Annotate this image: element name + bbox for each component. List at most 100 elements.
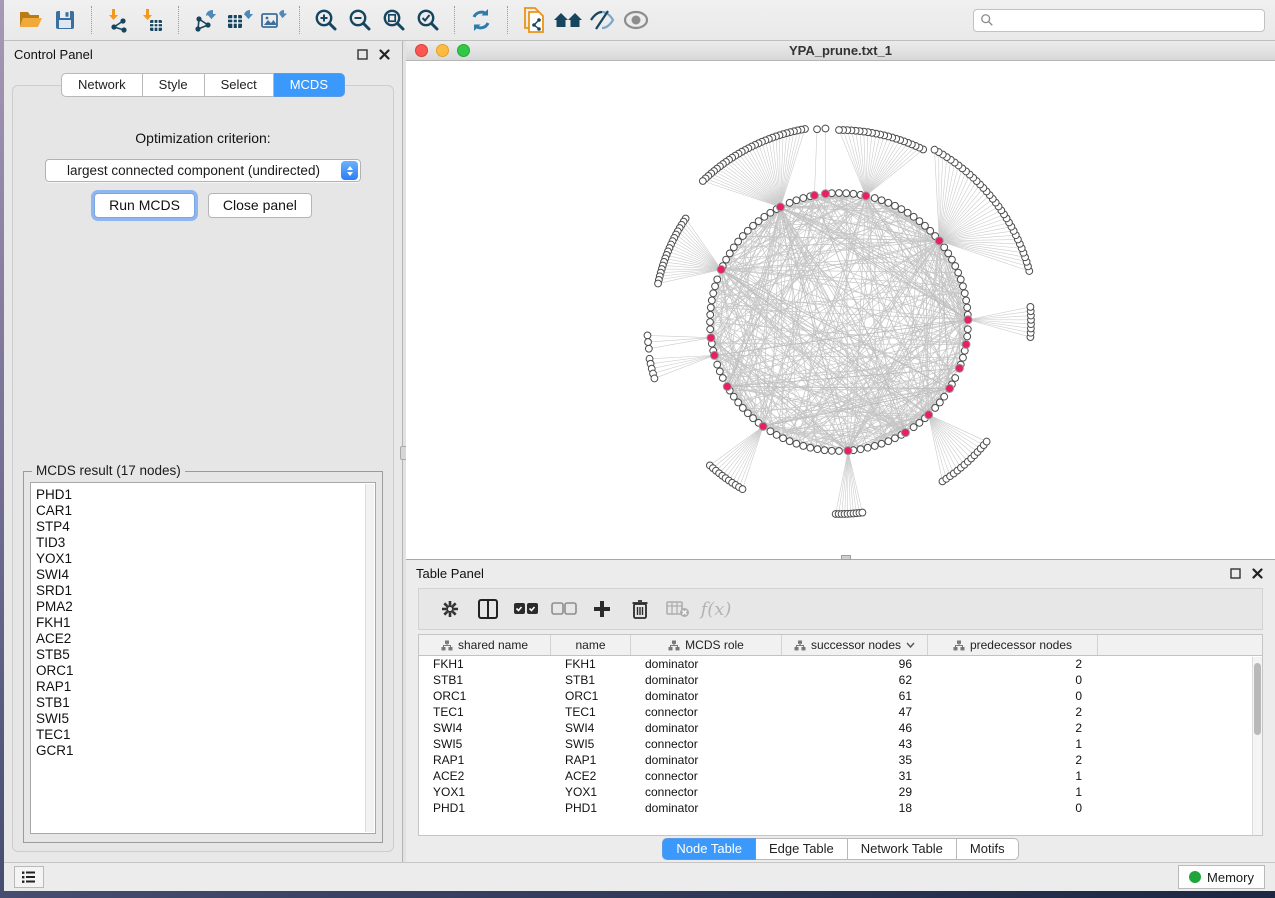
export-table-button[interactable] [222,4,256,36]
network-node[interactable] [941,393,948,400]
task-history-button[interactable] [14,866,44,888]
mcds-result-item[interactable]: FKH1 [36,615,375,631]
tab-node-table[interactable]: Node Table [662,838,756,860]
float-panel-icon[interactable] [355,47,370,62]
table-cell[interactable]: ORC1 [419,689,551,703]
network-node[interactable] [773,432,780,439]
table-scrollbar-thumb[interactable] [1254,663,1261,735]
network-node[interactable] [786,438,793,445]
optimization-dropdown[interactable]: largest connected component (undirected) [45,159,361,182]
import-network-button[interactable] [101,4,135,36]
network-node[interactable] [714,276,721,283]
mcds-result-item[interactable]: TEC1 [36,727,375,743]
table-cell[interactable]: connector [631,785,782,799]
close-panel-icon[interactable] [377,47,392,62]
network-node[interactable] [885,199,892,206]
network-node[interactable] [730,244,737,251]
table-cell[interactable]: 18 [782,801,928,815]
network-node[interactable] [892,435,899,442]
table-cell[interactable]: PHD1 [551,801,631,815]
table-cell[interactable]: ORC1 [551,689,631,703]
network-node[interactable] [655,280,662,287]
network-node[interactable] [955,269,962,276]
mcds-node[interactable] [810,191,818,199]
open-session-button[interactable] [14,4,48,36]
network-window-titlebar[interactable]: YPA_prune.txt_1 [406,41,1275,61]
network-node[interactable] [712,283,719,290]
table-cell[interactable]: 2 [928,705,1098,719]
column-header-name[interactable]: name [551,635,631,655]
table-cell[interactable]: ACE2 [419,769,551,783]
select-all-columns-button[interactable] [507,592,545,626]
table-row[interactable]: RAP1RAP1dominator352 [419,752,1262,768]
table-scrollbar[interactable] [1252,657,1262,835]
network-node[interactable] [707,304,714,311]
tab-network[interactable]: Network [61,73,143,97]
first-neighbors-button[interactable] [551,4,585,36]
show-all-button[interactable] [619,4,653,36]
table-cell[interactable]: SWI5 [551,737,631,751]
table-row[interactable]: STB1STB1dominator620 [419,672,1262,688]
table-cell[interactable]: 29 [782,785,928,799]
hide-selected-button[interactable] [585,4,619,36]
network-node[interactable] [952,263,959,270]
network-node[interactable] [983,438,990,445]
table-cell[interactable]: SWI4 [551,721,631,735]
table-cell[interactable]: SWI5 [419,737,551,751]
network-node[interactable] [793,197,800,204]
network-node[interactable] [904,209,911,216]
import-table-button[interactable] [135,4,169,36]
column-header-shared-name[interactable]: shared name [419,635,551,655]
table-cell[interactable]: 1 [928,769,1098,783]
table-cell[interactable]: STB1 [419,673,551,687]
network-node[interactable] [871,195,878,202]
delete-column-button[interactable] [621,592,659,626]
table-cell[interactable]: 0 [928,689,1098,703]
network-node[interactable] [645,345,652,352]
table-cell[interactable]: ACE2 [551,769,631,783]
table-row[interactable]: YOX1YOX1connector291 [419,784,1262,800]
table-cell[interactable]: 0 [928,673,1098,687]
table-cell[interactable]: 31 [782,769,928,783]
network-node[interactable] [850,190,857,197]
network-node[interactable] [707,326,714,333]
table-cell[interactable]: RAP1 [419,753,551,767]
network-node[interactable] [735,238,742,245]
network-node[interactable] [941,244,948,251]
network-node[interactable] [730,393,737,400]
network-node[interactable] [739,486,746,493]
table-cell[interactable]: 1 [928,737,1098,751]
network-node[interactable] [864,444,871,451]
table-cell[interactable]: YOX1 [551,785,631,799]
network-node[interactable] [836,190,843,197]
mcds-node[interactable] [955,364,963,372]
network-node[interactable] [878,197,885,204]
create-column-button[interactable] [583,592,621,626]
mcds-result-item[interactable]: SWI4 [36,567,375,583]
network-node[interactable] [961,290,968,297]
table-cell[interactable]: dominator [631,673,782,687]
table-cell[interactable]: 61 [782,689,928,703]
table-cell[interactable]: 46 [782,721,928,735]
network-node[interactable] [821,447,828,454]
table-cell[interactable]: 47 [782,705,928,719]
table-cell[interactable]: dominator [631,657,782,671]
table-cell[interactable]: 62 [782,673,928,687]
network-node[interactable] [645,339,652,346]
table-row[interactable]: ACE2ACE2connector311 [419,768,1262,784]
mcds-node[interactable] [822,190,830,198]
mcds-node[interactable] [946,384,954,392]
column-header-successor-nodes[interactable]: successor nodes [782,635,928,655]
mcds-result-item[interactable]: GCR1 [36,743,375,759]
table-cell[interactable]: dominator [631,801,782,815]
table-row[interactable]: FKH1FKH1dominator962 [419,656,1262,672]
close-table-panel-icon[interactable] [1250,566,1265,581]
network-node[interactable] [952,375,959,382]
tab-select[interactable]: Select [205,73,274,97]
column-header-MCDS-role[interactable]: MCDS role [631,635,782,655]
zoom-in-button[interactable] [309,4,343,36]
close-panel-button[interactable]: Close panel [208,193,312,218]
zoom-selected-button[interactable] [411,4,445,36]
table-cell[interactable]: 2 [928,753,1098,767]
table-row[interactable]: SWI5SWI5connector431 [419,736,1262,752]
